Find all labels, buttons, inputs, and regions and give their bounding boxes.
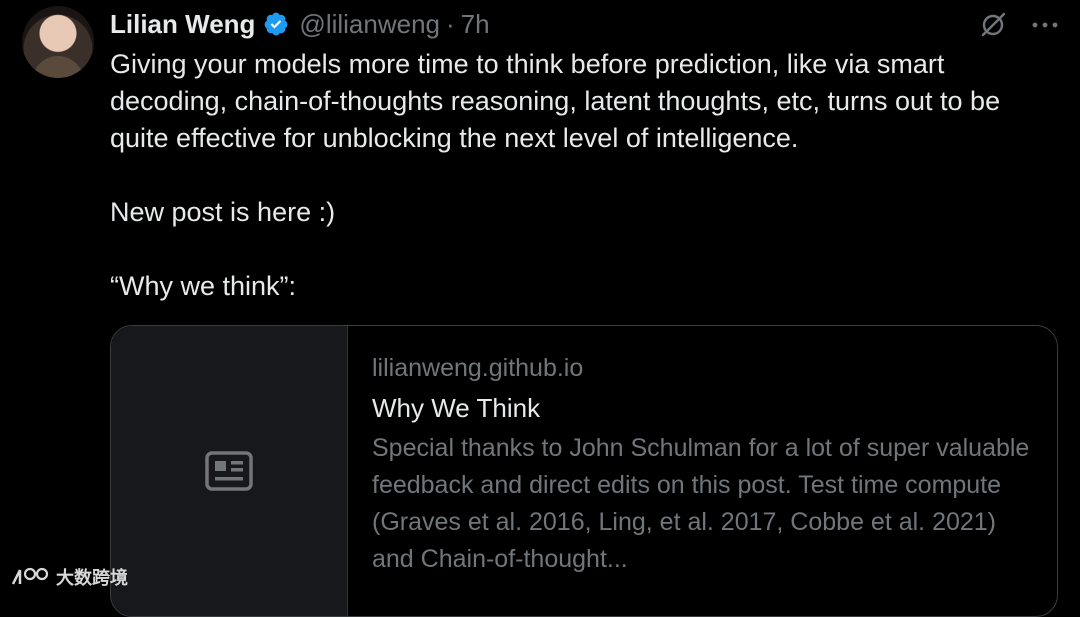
verified-badge-icon bbox=[265, 12, 288, 36]
card-description: Special thanks to John Schulman for a lo… bbox=[372, 434, 1030, 573]
article-icon bbox=[205, 451, 253, 491]
watermark-text: 大数跨境 bbox=[56, 568, 128, 588]
timestamp[interactable]: 7h bbox=[461, 9, 490, 40]
author-handle[interactable]: @lilianweng bbox=[299, 9, 440, 40]
card-body: lilianweng.github.io Why We Think Specia… bbox=[348, 326, 1057, 616]
grok-icon[interactable] bbox=[978, 10, 1008, 40]
watermark-logo-icon bbox=[11, 567, 49, 585]
tweet-header: Lilian Weng @lilianweng · 7h bbox=[110, 8, 490, 40]
card-domain: lilianweng.github.io bbox=[372, 354, 584, 382]
separator: · bbox=[446, 8, 455, 39]
avatar[interactable] bbox=[22, 6, 94, 78]
card-thumbnail bbox=[111, 326, 348, 616]
link-card[interactable]: lilianweng.github.io Why We Think Specia… bbox=[110, 325, 1058, 617]
tweet-actions bbox=[978, 10, 1060, 40]
card-title: Why We Think bbox=[372, 393, 541, 423]
watermark: 大数跨境 bbox=[10, 564, 128, 590]
tweet-text: Giving your models more time to think be… bbox=[110, 49, 1001, 301]
author-name[interactable]: Lilian Weng bbox=[110, 9, 255, 40]
more-icon[interactable] bbox=[1030, 10, 1060, 40]
